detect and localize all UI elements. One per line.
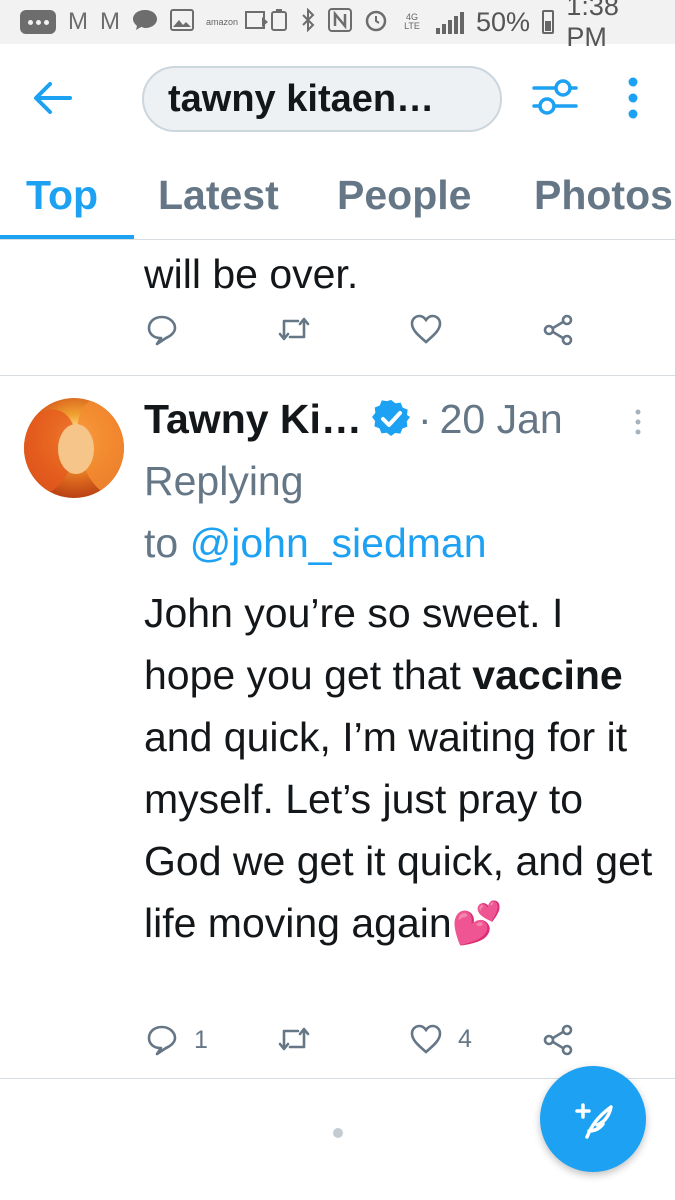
status-bar-notifications: M M amazon [20,8,270,36]
active-tab-indicator [0,235,134,239]
search-input[interactable]: tawny kitaen… [142,66,502,132]
page-indicator-dot [333,1128,343,1138]
author-name[interactable]: Tawny Ki… [144,396,362,443]
gmail-icon: M [68,8,88,35]
reply-button[interactable]: 1 [146,1024,208,1056]
signal-icon [435,10,464,34]
retweet-button[interactable] [276,314,312,344]
alarm-icon [364,8,388,37]
tweet-text-highlight: vaccine [472,652,623,698]
replying-to-line: to @john_siedman [144,512,487,574]
mention-link[interactable]: @john_siedman [190,520,487,566]
recycle-icon [270,8,288,37]
like-count: 4 [458,1024,472,1053]
replying-label: Replying [144,458,304,504]
tweet-text: John you’re so sweet. I hope you get tha… [144,582,654,954]
filter-sliders-icon [532,79,578,115]
bluetooth-icon [300,7,316,37]
tweet-text-part2: and quick, I’m waiting for it myself. Le… [144,714,653,946]
reply-icon [147,315,177,346]
reply-count: 1 [194,1025,208,1054]
sd-card-icon [244,9,270,36]
search-header: tawny kitaen… [0,44,675,150]
replying-to-label: to [144,520,179,566]
vertical-dots-icon [635,409,641,435]
tab-latest[interactable]: Latest [158,172,279,219]
tab-people[interactable]: People [337,172,471,219]
reply-icon [147,1025,177,1056]
network-type-icon: 4G LTE [404,12,420,31]
verified-badge-icon [371,400,410,437]
heart-icon [410,1024,442,1054]
search-tabs: Top Latest People Photos [0,150,675,240]
back-button[interactable] [30,78,74,118]
previous-tweet-actions [0,314,675,364]
battery-icon [542,10,555,34]
gallery-icon [170,8,194,36]
reply-button[interactable] [146,314,178,346]
retweet-icon [278,317,310,341]
retweet-button[interactable] [276,1024,312,1054]
heart-icon [410,314,442,344]
tweet-options-button[interactable] [632,408,644,436]
nfc-icon [328,7,352,37]
share-icon [543,1024,573,1056]
share-button[interactable] [542,314,574,346]
status-bar: M M amazon 4G LTE 50% 1:38 PM [0,0,675,52]
overflow-menu-button[interactable] [620,74,646,122]
like-button[interactable]: 4 [410,1024,472,1054]
amazon-icon: amazon [206,16,239,27]
header-separator: · [417,395,432,442]
battery-percent: 50% [475,6,531,37]
tweet-divider [0,375,675,376]
vertical-dots-icon [628,77,638,119]
tweet-date[interactable]: 20 Jan [440,396,563,443]
tab-photos[interactable]: Photos [534,172,673,219]
share-icon [543,314,573,346]
message-icon [132,9,158,36]
search-filter-button[interactable] [530,74,580,120]
tweet-actions: 1 4 [0,1024,675,1074]
like-button[interactable] [410,314,442,344]
compose-feather-icon [575,1103,613,1139]
previous-tweet-text: will be over. [144,251,359,297]
compose-tweet-button[interactable] [540,1066,646,1172]
retweet-icon [278,1027,310,1051]
more-notifications-icon [20,10,56,34]
tweet-header: Tawny Ki… · 20 Jan [144,390,563,448]
tab-top[interactable]: Top [26,172,98,219]
avatar[interactable] [24,398,124,498]
gmail-icon-2: M [100,8,120,35]
back-arrow-icon [34,82,72,114]
share-button[interactable] [542,1024,574,1056]
twitter-search-screen: M M amazon 4G LTE 50% 1:38 PM tawny kita… [0,0,675,1200]
